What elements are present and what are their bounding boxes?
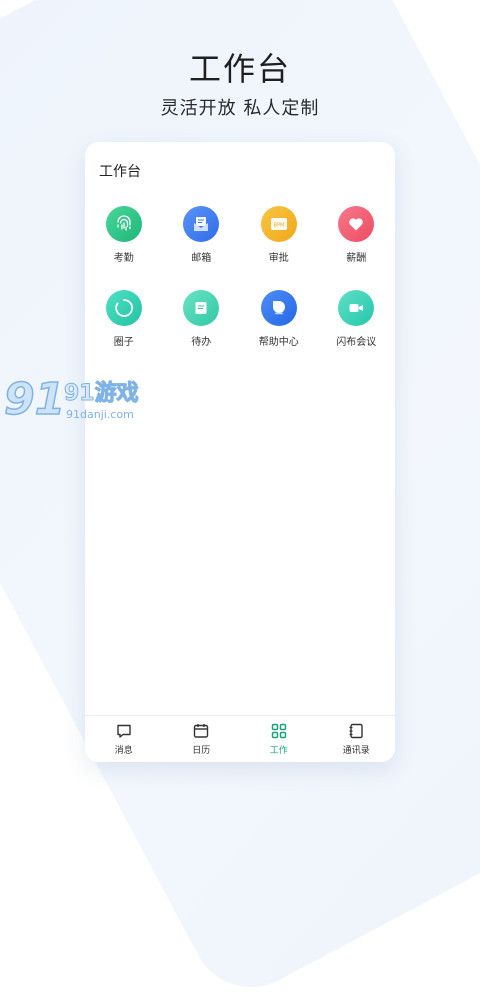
svg-text:91danji.com: 91danji.com [66,408,134,421]
app-label: 审批 [268,253,289,264]
page-subtitle: 灵活开放 私人定制 [160,98,320,119]
svg-text:91: 91 [4,374,65,425]
app-circle[interactable]: 圈子 [85,290,163,348]
workbench-title: 工作台 [99,164,141,180]
app-label: 帮助中心 [258,337,299,348]
message-icon [117,724,131,738]
svg-text:91游戏: 91游戏 [64,380,139,406]
circle-icon [105,290,142,326]
tab-work[interactable]: 工作 [240,716,318,762]
app-salary[interactable]: 薪酬 [318,206,396,264]
calendar-icon [194,724,209,738]
app-label: 薪酬 [346,253,367,264]
heart-icon [338,206,375,242]
app-help-center[interactable]: 帮助中心 [240,290,318,348]
app-mail[interactable]: 邮箱 [163,206,241,264]
tab-label: 工作 [269,746,288,756]
help-icon [260,290,297,326]
app-grid: 考勤 邮箱 BPM 审批 薪酬 圈子 待办 帮助中心 闪布会议 [85,206,395,348]
svg-text:BPM: BPM [273,223,284,229]
tab-label: 日历 [192,746,211,756]
mail-icon [183,206,220,242]
bottom-tab-bar: 消息 日历 工作 通讯录 [85,715,395,762]
app-attendance[interactable]: 考勤 [85,206,163,264]
video-icon [338,290,375,326]
tab-label: 通讯录 [342,746,370,756]
page-title: 工作台 [188,50,291,88]
fingerprint-icon [105,206,142,242]
phone-screen: 工作台 考勤 邮箱 BPM 审批 薪酬 圈子 待办 帮助中心 闪布会议 消息 日… [85,142,395,762]
contacts-icon [349,723,363,739]
app-label: 闪布会议 [336,337,377,348]
app-label: 待办 [191,337,212,348]
app-todo[interactable]: 待办 [163,290,241,348]
todo-icon [183,290,220,326]
grid-icon [271,723,286,739]
tab-calendar[interactable]: 日历 [163,716,241,762]
app-label: 考勤 [113,253,134,264]
tab-messages[interactable]: 消息 [85,716,163,762]
site-watermark-logo: 91 91游戏 91danji.com [3,373,139,426]
app-meeting[interactable]: 闪布会议 [318,290,396,348]
tab-label: 消息 [114,746,133,756]
approval-bpm-icon: BPM [260,206,297,242]
app-label: 圈子 [113,337,134,348]
app-label: 邮箱 [191,253,212,264]
tab-contacts[interactable]: 通讯录 [318,716,396,762]
app-approval[interactable]: BPM 审批 [240,206,318,264]
